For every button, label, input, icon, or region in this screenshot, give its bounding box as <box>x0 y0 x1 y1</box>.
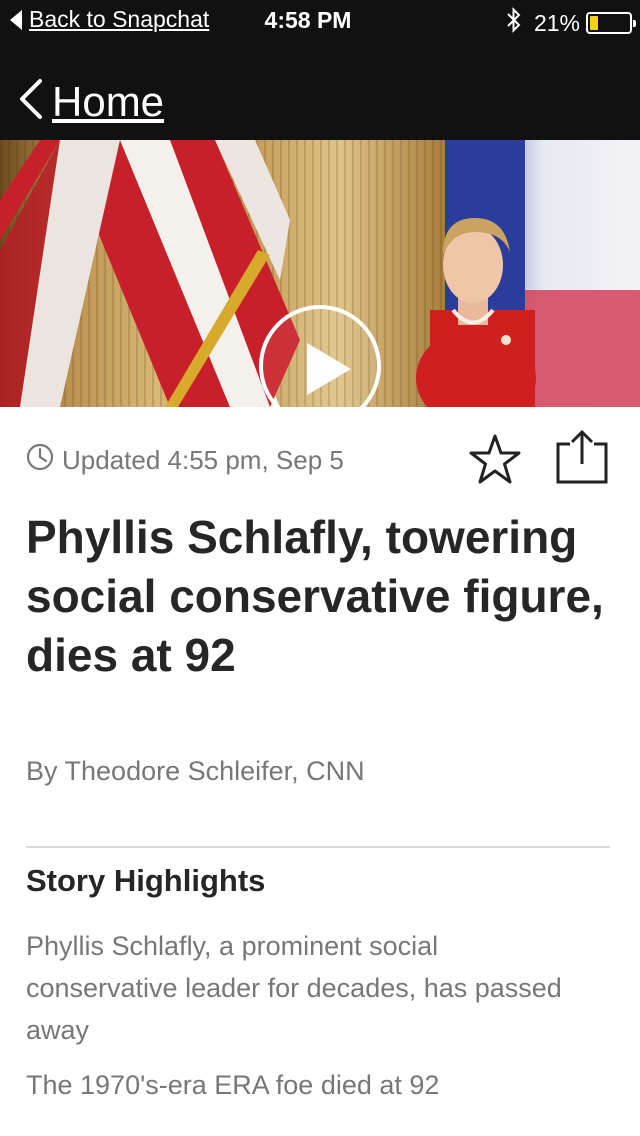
battery-nub <box>633 20 636 27</box>
section-divider <box>26 846 610 848</box>
status-right: 21% <box>506 7 636 39</box>
article-byline: By Theodore Schleifer, CNN <box>26 756 365 786</box>
home-back-label: Home <box>52 77 165 125</box>
story-highlights-title: Story Highlights <box>26 863 266 898</box>
favorite-button[interactable] <box>467 432 523 488</box>
play-icon <box>307 343 351 395</box>
clock-icon <box>26 443 54 478</box>
battery-icon <box>586 12 636 34</box>
highlight-item: Phyllis Schlafly, a prominent social con… <box>26 931 562 1045</box>
nav-bar: Home <box>0 40 640 140</box>
updated-timestamp: Updated 4:55 pm, Sep 5 <box>26 443 344 478</box>
battery-percent: 21% <box>533 9 580 36</box>
home-back-button[interactable]: Home <box>18 78 164 125</box>
share-button[interactable] <box>552 428 612 488</box>
bluetooth-icon <box>506 7 522 39</box>
chevron-left-icon <box>18 78 44 125</box>
highlight-item: The 1970's-era ERA foe died at 92 <box>26 1070 440 1100</box>
battery-fill <box>590 16 598 30</box>
status-bar: Back to Snapchat 4:58 PM 21% <box>0 0 640 40</box>
star-icon <box>469 434 521 484</box>
hero-video-thumbnail[interactable] <box>0 140 640 407</box>
updated-label: Updated 4:55 pm, Sep 5 <box>62 445 344 475</box>
article-headline: Phyllis Schlafly, towering social conser… <box>26 511 604 681</box>
share-icon <box>556 429 608 484</box>
